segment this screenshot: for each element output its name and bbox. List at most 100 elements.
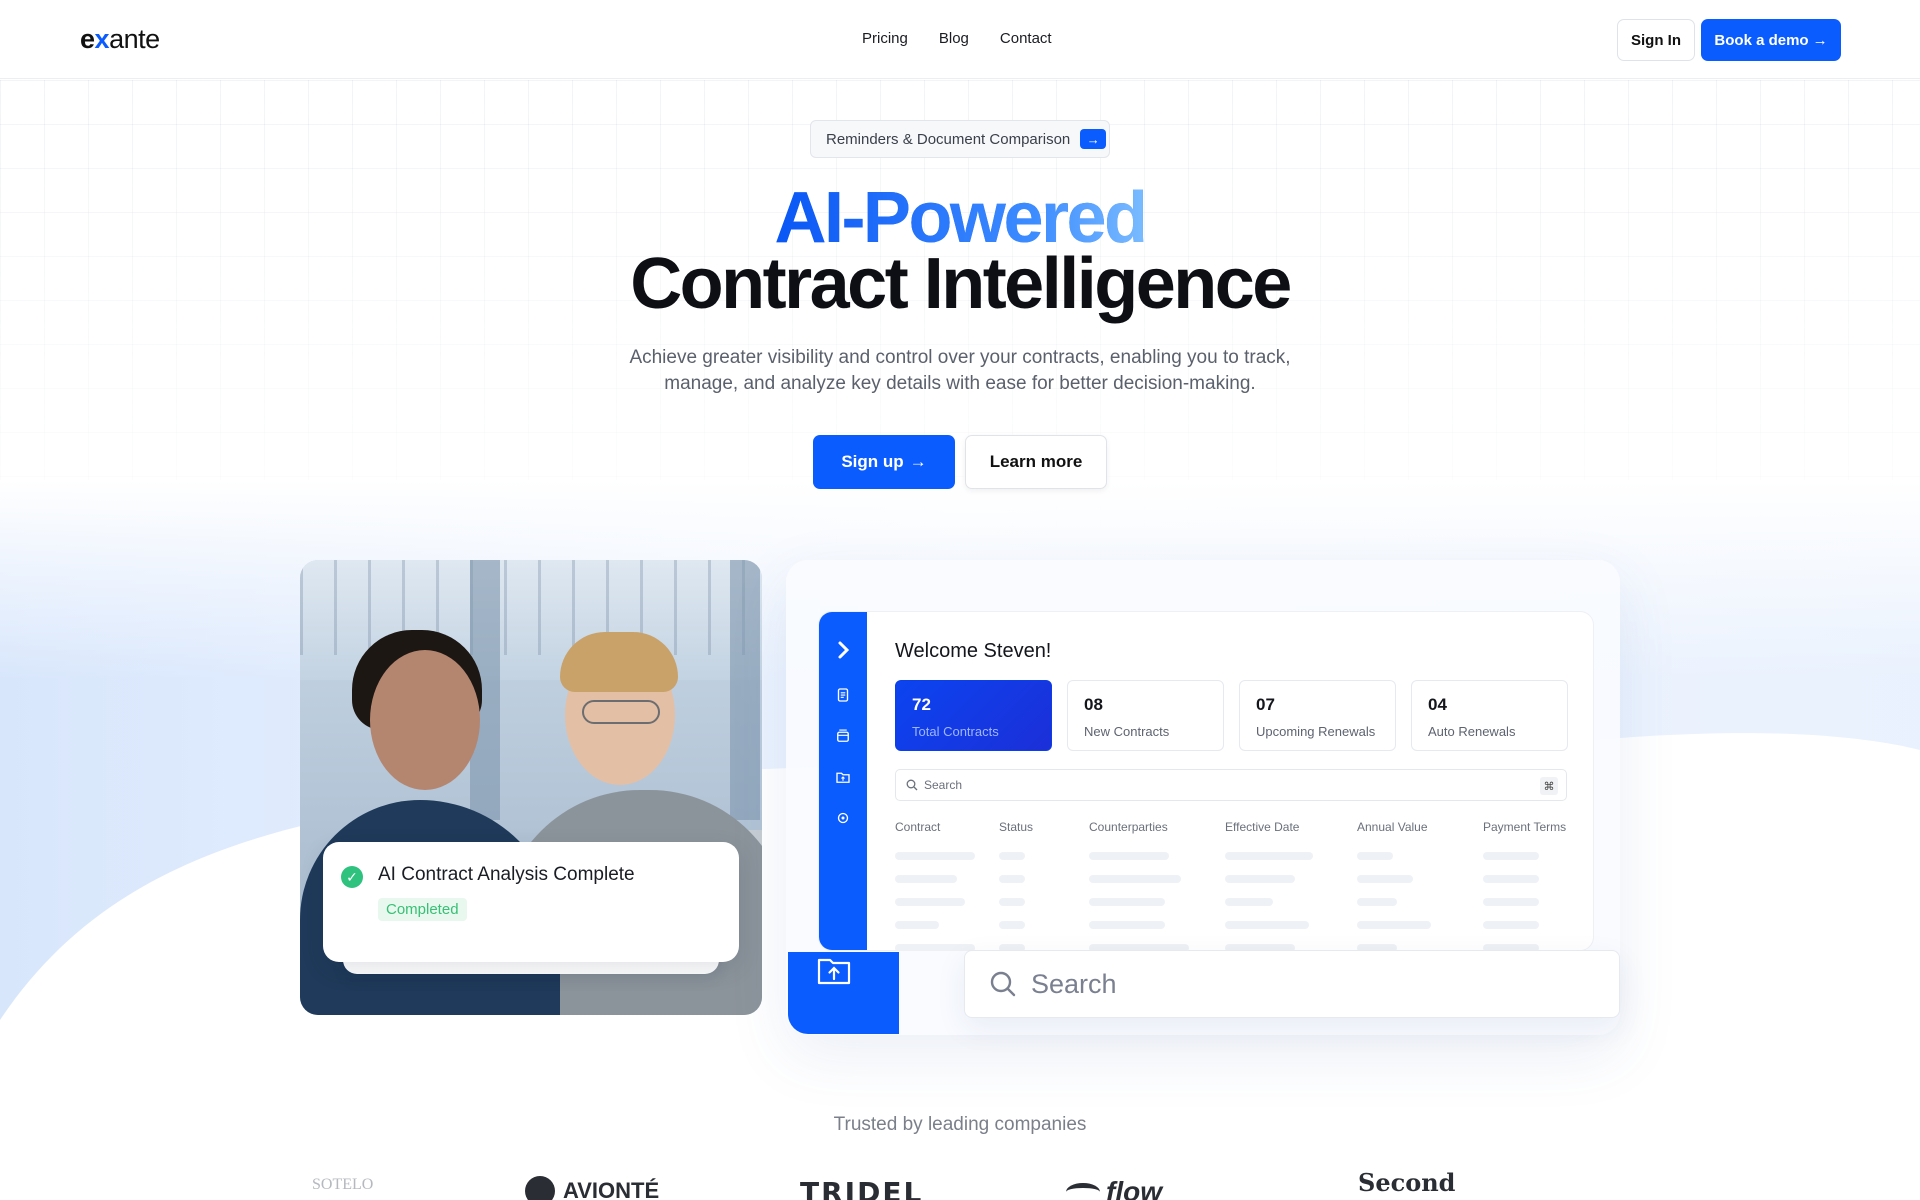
- column-header-annual-value[interactable]: Annual Value: [1357, 820, 1428, 834]
- site-header: exante Pricing Blog Contact Sign In Book…: [0, 0, 1920, 79]
- settings-icon[interactable]: [836, 811, 851, 826]
- skeleton-cell: [895, 875, 957, 883]
- big-search-input[interactable]: Search: [964, 950, 1620, 1018]
- skeleton-cell: [1357, 852, 1393, 860]
- stat-label: New Contracts: [1084, 724, 1170, 739]
- skeleton-cell: [1483, 852, 1539, 860]
- skeleton-cell: [1225, 852, 1313, 860]
- hero-subtitle: Achieve greater visibility and control o…: [629, 347, 1291, 394]
- announcement-text: Reminders & Document Comparison: [826, 130, 1071, 148]
- client-logo-flow-text: flow: [1106, 1176, 1162, 1200]
- skeleton-cell: [1225, 875, 1295, 883]
- folder-upload-icon: [817, 958, 850, 985]
- client-logo-flow: flow: [1066, 1176, 1162, 1200]
- client-logo-sotelo: SOTELO: [312, 1176, 374, 1193]
- notification-title: AI Contract Analysis Complete: [378, 864, 635, 885]
- client-logo-avionte: AVIONTÉ: [525, 1176, 659, 1200]
- skeleton-cell: [895, 852, 975, 860]
- arrow-right-icon: →: [1080, 129, 1107, 149]
- client-logo-avionte-text: AVIONTÉ: [563, 1178, 660, 1200]
- stat-label: Upcoming Renewals: [1256, 724, 1376, 739]
- skeleton-cell: [999, 921, 1025, 929]
- stat-upcoming-renewals[interactable]: 07 Upcoming Renewals: [1239, 680, 1396, 751]
- skeleton-cell: [895, 921, 939, 929]
- search-icon: [990, 971, 1016, 997]
- skeleton-cell: [1089, 921, 1165, 929]
- exante-logo[interactable]: exante: [80, 24, 160, 55]
- client-logo-second: Second: [1358, 1168, 1456, 1197]
- stat-value: 08: [1084, 695, 1103, 714]
- chevron-right-icon[interactable]: [833, 640, 853, 660]
- skeleton-cell: [895, 944, 975, 950]
- stat-value: 72: [912, 695, 931, 714]
- photo-glasses: [582, 700, 660, 724]
- skeleton-cell: [1483, 875, 1539, 883]
- skeleton-cell: [1089, 852, 1169, 860]
- learn-more-button[interactable]: Learn more: [965, 435, 1107, 489]
- status-badge: Completed: [378, 898, 467, 921]
- column-header-status[interactable]: Status: [999, 820, 1033, 834]
- book-demo-label: Book a demo: [1714, 31, 1809, 49]
- skeleton-cell: [999, 898, 1025, 906]
- dashboard-sidebar: [819, 612, 867, 950]
- sign-in-button[interactable]: Sign In: [1617, 19, 1695, 61]
- column-header-payment-terms[interactable]: Payment Terms: [1483, 820, 1566, 834]
- skeleton-cell: [1089, 875, 1181, 883]
- photo-blinds: [300, 560, 762, 655]
- main-nav: Pricing Blog Contact: [862, 30, 1052, 47]
- analysis-notification-card: ✓ AI Contract Analysis Complete Complete…: [323, 842, 739, 962]
- photo-person-woman-head: [370, 650, 480, 790]
- command-key-icon: ⌘: [1540, 777, 1558, 795]
- column-header-counterparties[interactable]: Counterparties: [1089, 820, 1168, 834]
- column-header-contract[interactable]: Contract: [895, 820, 940, 834]
- nav-blog[interactable]: Blog: [939, 30, 969, 47]
- skeleton-cell: [1483, 921, 1539, 929]
- skeleton-cell: [1089, 898, 1165, 906]
- big-search-placeholder: Search: [1031, 968, 1117, 999]
- upload-tile[interactable]: [788, 952, 899, 1034]
- skeleton-cell: [1357, 875, 1413, 883]
- avionte-mark-icon: [525, 1176, 555, 1200]
- folder-upload-icon[interactable]: [836, 770, 851, 785]
- announcement-pill[interactable]: Reminders & Document Comparison →: [810, 120, 1110, 158]
- skeleton-cell: [999, 852, 1025, 860]
- stat-label: Total Contracts: [912, 724, 999, 739]
- logo-part-e: e: [80, 24, 95, 54]
- flow-mark-icon: [1066, 1183, 1100, 1200]
- archive-icon[interactable]: [836, 729, 851, 744]
- skeleton-cell: [1225, 921, 1309, 929]
- skeleton-cell: [1225, 898, 1273, 906]
- sign-up-button[interactable]: Sign up →: [813, 435, 955, 489]
- arrow-right-icon: →: [909, 452, 927, 471]
- skeleton-cell: [1357, 921, 1431, 929]
- arrow-right-icon: →: [1812, 31, 1828, 49]
- nav-pricing[interactable]: Pricing: [862, 30, 908, 47]
- client-logos: SOTELO AVIONTÉ TRIDEL flow Second: [0, 1168, 1920, 1200]
- check-circle-icon: ✓: [341, 866, 363, 888]
- photo-person-man-hair: [560, 632, 678, 692]
- document-icon[interactable]: [836, 688, 851, 703]
- skeleton-cell: [1357, 898, 1397, 906]
- dashboard-search-input[interactable]: Search ⌘: [895, 769, 1567, 801]
- dashboard-search-placeholder: Search: [924, 778, 963, 792]
- stat-auto-renewals[interactable]: 04 Auto Renewals: [1411, 680, 1568, 751]
- nav-contact[interactable]: Contact: [1000, 30, 1052, 47]
- logo-part-ante: ante: [109, 24, 160, 54]
- stat-label: Auto Renewals: [1428, 724, 1516, 739]
- hero-title-line2: Contract Intelligence: [630, 244, 1292, 324]
- book-demo-button[interactable]: Book a demo →: [1701, 19, 1841, 61]
- skeleton-cell: [1483, 898, 1539, 906]
- logo-part-x: x: [94, 24, 110, 54]
- photo-pillar: [730, 560, 760, 820]
- stat-total-contracts[interactable]: 72 Total Contracts: [895, 680, 1052, 751]
- dashboard-welcome: Welcome Steven!: [895, 640, 1052, 662]
- skeleton-cell: [895, 898, 965, 906]
- sign-up-label: Sign up: [841, 452, 904, 471]
- stat-new-contracts[interactable]: 08 New Contracts: [1067, 680, 1224, 751]
- search-icon: [906, 779, 918, 791]
- client-logo-tridel: TRIDEL: [800, 1176, 924, 1200]
- stat-value: 04: [1428, 695, 1447, 714]
- dashboard-preview: Welcome Steven! 72 Total Contracts 08 Ne…: [818, 611, 1594, 951]
- column-header-effective-date[interactable]: Effective Date: [1225, 820, 1299, 834]
- skeleton-cell: [999, 875, 1025, 883]
